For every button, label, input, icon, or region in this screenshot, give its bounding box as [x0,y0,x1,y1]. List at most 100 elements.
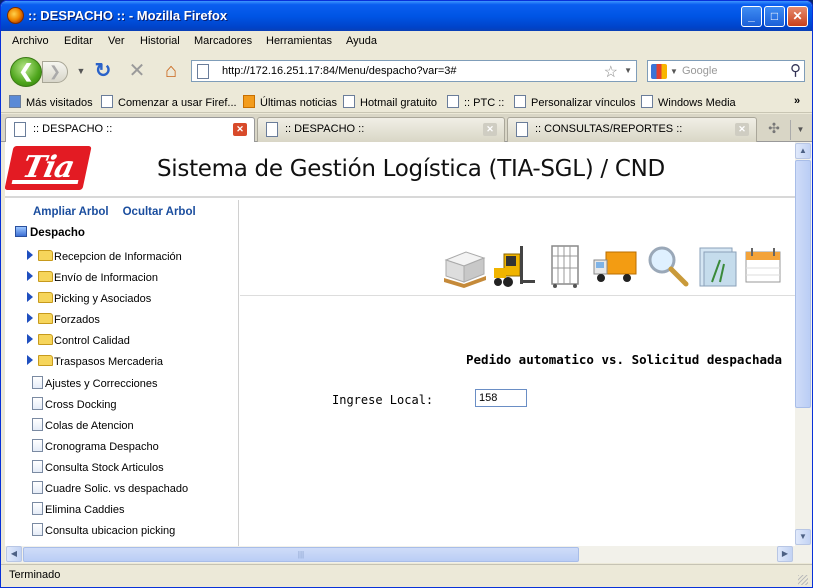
expand-arrow-icon[interactable] [27,355,33,365]
expand-tree-link[interactable]: Ampliar Arbol [33,206,109,218]
bookmark-ultimas-noticias[interactable]: Últimas noticias [243,95,337,109]
bookmarks-overflow-icon[interactable]: » [794,95,800,107]
address-bar[interactable]: http://172.16.251.17:84/Menu/despacho?va… [191,60,637,82]
bookmark-label: Más visitados [26,97,93,109]
scroll-down-icon[interactable]: ▼ [795,529,811,545]
tree-item-consulta-ubicacion[interactable]: Consulta ubicacion picking [32,523,175,537]
tree-folder-traspasos[interactable]: Traspasos Mercaderia [27,355,163,368]
search-engine-dropdown-icon[interactable]: ▼ [670,67,678,76]
tree-item-ajustes[interactable]: Ajustes y Correcciones [32,376,158,390]
bookmark-ptc[interactable]: :: PTC :: [447,95,504,109]
menu-ayuda[interactable]: Ayuda [346,35,377,47]
tia-logo: Tia [5,146,92,190]
close-button[interactable]: ✕ [787,6,808,27]
bookmark-label: Windows Media [658,97,736,109]
tree-folder-recepcion[interactable]: Recepcion de Información [27,250,182,263]
tree-root[interactable]: Despacho [15,226,85,239]
menu-marcadores[interactable]: Marcadores [194,35,252,47]
bookmark-star-icon[interactable]: ☆ [604,62,618,82]
tree-folder-control-calidad[interactable]: Control Calidad [27,334,130,347]
tab-despacho-2[interactable]: :: DESPACHO :: ✕ [257,117,505,142]
tree-folder-envio[interactable]: Envío de Informacion [27,271,158,284]
tab-consultas-reportes[interactable]: :: CONSULTAS/REPORTES :: ✕ [507,117,757,142]
bookmark-mas-visitados[interactable]: Más visitados [9,95,93,109]
scroll-up-icon[interactable]: ▲ [795,143,811,159]
forward-button[interactable]: ❯ [42,61,68,83]
tree-folder-forzados[interactable]: Forzados [27,313,100,326]
app-header: Tia Sistema de Gestión Logística (TIA-SG… [5,142,795,198]
horizontal-scrollbar[interactable]: ◀ ||| ▶ [5,546,812,563]
bookmark-comenzar[interactable]: Comenzar a usar Firef... [101,95,237,109]
document-icon [32,439,43,452]
delivery-truck-icon [593,251,637,282]
expand-arrow-icon[interactable] [27,271,33,281]
search-icon[interactable]: ⚲ [790,61,801,79]
scroll-right-icon[interactable]: ▶ [777,546,793,562]
menu-editar[interactable]: Editar [64,35,93,47]
tree-item-colas[interactable]: Colas de Atencion [32,418,134,432]
horizontal-scroll-thumb[interactable]: ||| [23,547,579,562]
bookmark-hotmail[interactable]: Hotmail gratuito [343,95,437,109]
menu-historial[interactable]: Historial [140,35,180,47]
tree-item-label: Cross Docking [45,399,117,411]
back-button[interactable]: ❮ [10,57,42,87]
bookmark-windows-media[interactable]: Windows Media [641,95,736,109]
tree-item-label: Consulta ubicacion picking [45,525,176,537]
minimize-button[interactable]: _ [741,6,762,27]
folder-icon [38,292,53,303]
tree-folder-label: Traspasos Mercaderia [54,356,164,368]
vertical-scroll-thumb[interactable] [795,160,811,408]
document-icon [32,502,43,515]
maximize-button[interactable]: □ [764,6,785,27]
expand-arrow-icon[interactable] [27,292,33,302]
logo-text: Tia [19,150,77,185]
history-dropdown-icon[interactable]: ▼ [69,60,93,82]
rss-icon [243,95,255,108]
stop-icon[interactable]: ✕ [125,60,149,82]
menu-bar: Archivo Editar Ver Historial Marcadores … [1,31,812,52]
tree-item-cuadre[interactable]: Cuadre Solic. vs despachado [32,481,188,495]
tree-folder-picking[interactable]: Picking y Asociados [27,292,151,305]
scroll-left-icon[interactable]: ◀ [6,546,22,562]
close-tab-icon[interactable]: ✕ [483,123,497,136]
bookmark-personalizar[interactable]: Personalizar vínculos [514,95,636,109]
menu-herramientas[interactable]: Herramientas [266,35,332,47]
expand-arrow-icon[interactable] [27,334,33,344]
tab-bar: :: DESPACHO :: ✕ :: DESPACHO :: ✕ :: CON… [1,114,812,143]
tree-item-elimina-caddies[interactable]: Elimina Caddies [32,502,124,516]
expand-arrow-icon[interactable] [27,250,33,260]
close-tab-icon[interactable]: ✕ [233,123,247,136]
local-input[interactable]: 158 [475,389,527,407]
menu-ver[interactable]: Ver [108,35,125,47]
close-tab-icon[interactable]: ✕ [735,123,749,136]
folder-icon [38,250,53,261]
browser-window: :: DESPACHO :: - Mozilla Firefox _ □ ✕ A… [0,0,813,588]
url-dropdown-icon[interactable]: ▼ [624,66,632,75]
reload-icon[interactable]: ↻ [91,60,115,82]
tree-item-label: Consulta Stock Articulos [45,462,164,474]
tree-controls: Ampliar Arbol Ocultar Arbol [33,206,210,218]
bookmark-label: :: PTC :: [464,97,505,109]
bookmarks-toolbar: Más visitados Comenzar a usar Firef... Ú… [1,89,812,113]
menu-archivo[interactable]: Archivo [12,35,49,47]
home-icon[interactable]: ⌂ [159,60,183,82]
search-box[interactable]: ▼ Google ⚲ [647,60,805,82]
tree-item-consulta-stock[interactable]: Consulta Stock Articulos [32,460,164,474]
tree-folder-label: Recepcion de Información [54,251,182,263]
vertical-scrollbar[interactable]: ▲ ▼ [795,142,812,546]
tab-despacho-1[interactable]: :: DESPACHO :: ✕ [5,117,255,143]
resize-grip-icon[interactable] [798,575,808,585]
folder-chart-icon [699,247,737,287]
tree-item-cross-docking[interactable]: Cross Docking [32,397,117,411]
page-icon [641,95,653,108]
new-tab-icon[interactable]: ✣ [761,120,787,140]
folder-icon [38,334,53,345]
tree-item-cronograma[interactable]: Cronograma Despacho [32,439,159,453]
page-icon [447,95,459,108]
tab-list-dropdown-icon[interactable]: ▼ [790,120,810,140]
google-icon[interactable] [651,64,667,79]
hide-tree-link[interactable]: Ocultar Arbol [123,206,196,218]
url-text[interactable]: http://172.16.251.17:84/Menu/despacho?va… [222,65,457,77]
expand-arrow-icon[interactable] [27,313,33,323]
page-icon [197,64,209,79]
